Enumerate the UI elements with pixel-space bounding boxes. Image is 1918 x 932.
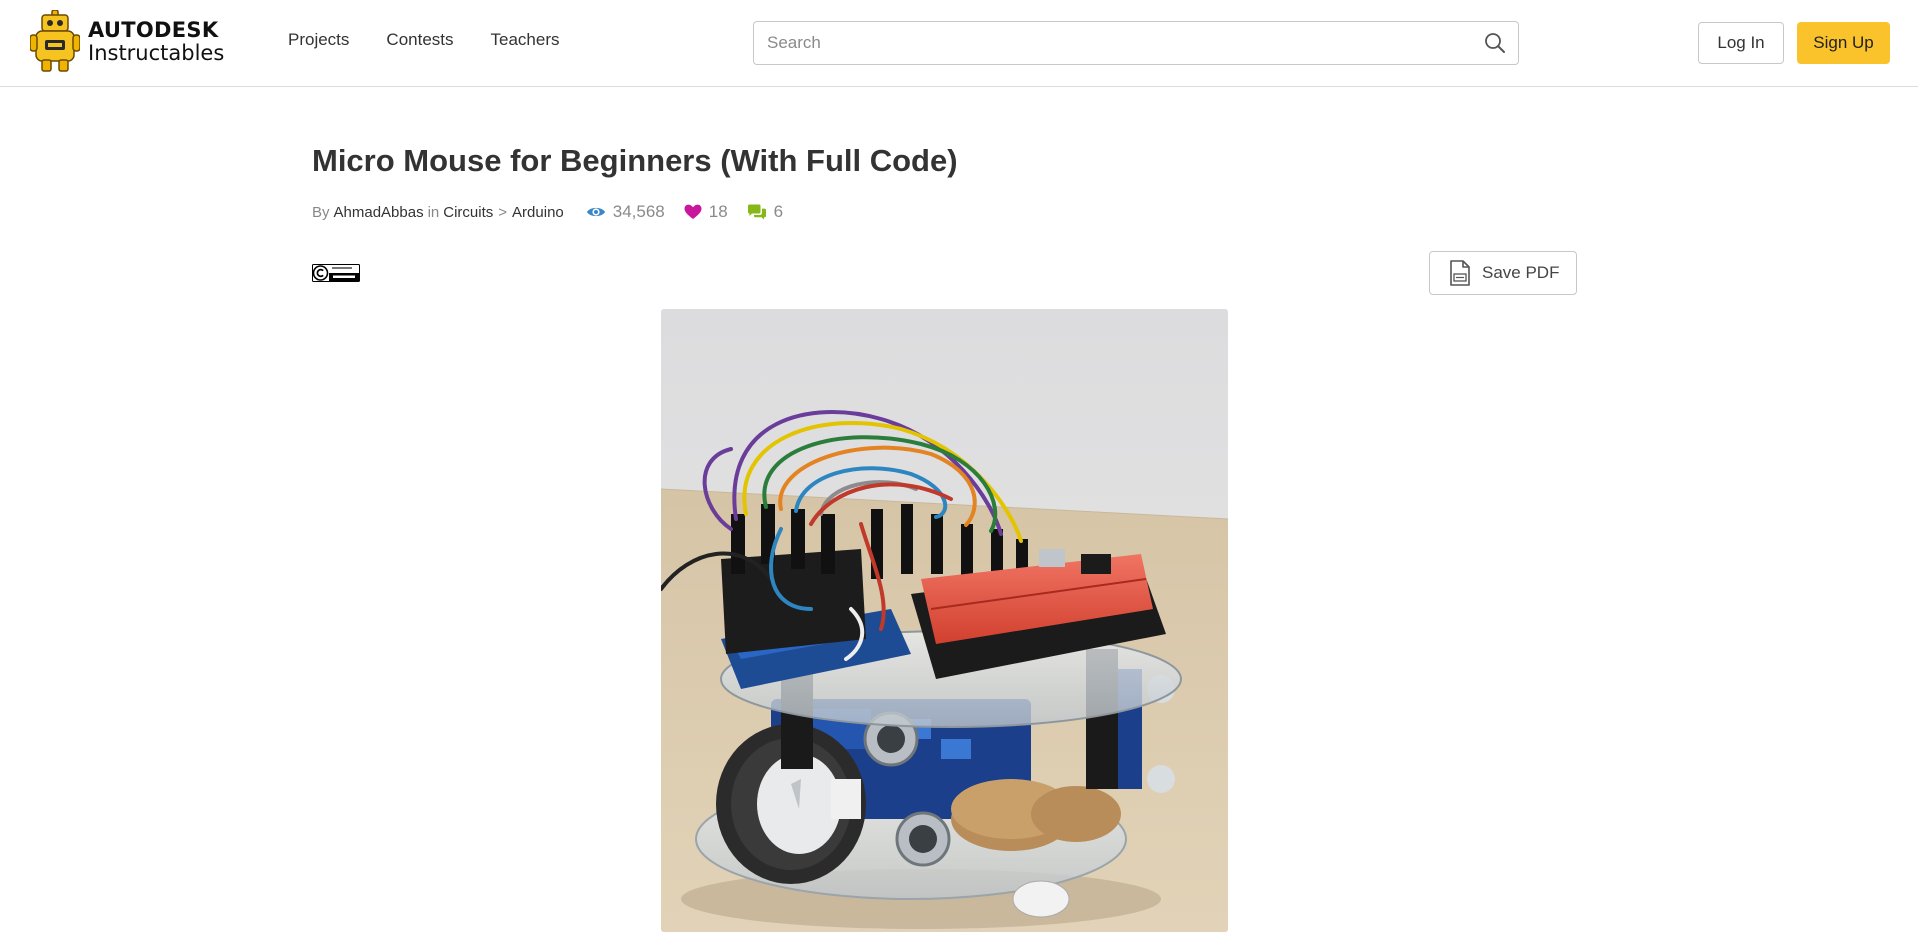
license-badge[interactable]: [312, 264, 360, 282]
category-link[interactable]: Circuits: [443, 204, 493, 221]
subcategory-link[interactable]: Arduino: [512, 204, 564, 221]
views-count: 34,568: [612, 202, 665, 221]
breadcrumb-separator: >: [498, 203, 508, 221]
views-stat: 34,568: [586, 202, 665, 222]
heart-icon: [684, 204, 702, 219]
logo-brand-line2: Instructables: [88, 41, 225, 65]
search-icon[interactable]: [1484, 32, 1506, 54]
article-meta: By AhmadAbbas in Circuits > Arduino 34,5…: [312, 202, 783, 222]
logo-brand-line1: AUTODESK: [88, 18, 219, 42]
site-header: AUTODESK Instructables Projects Contests…: [0, 0, 1918, 87]
favorites-count: 18: [708, 202, 728, 221]
in-label: in: [427, 203, 440, 221]
project-hero-image[interactable]: [661, 309, 1228, 932]
comments-icon: [747, 204, 766, 220]
save-pdf-label: Save PDF: [1482, 263, 1560, 282]
signup-button[interactable]: Sign Up: [1797, 22, 1890, 64]
comments-stat[interactable]: 6: [747, 202, 783, 222]
search-input[interactable]: [754, 22, 1474, 64]
page-title: Micro Mouse for Beginners (With Full Cod…: [312, 143, 958, 178]
author-link[interactable]: AhmadAbbas: [334, 204, 424, 221]
main-nav: Projects Contests Teachers: [288, 30, 597, 50]
nav-contests[interactable]: Contests: [386, 30, 453, 50]
robot-mascot-icon: [29, 9, 81, 74]
nav-teachers[interactable]: Teachers: [491, 30, 560, 50]
search-box: [753, 21, 1519, 65]
save-pdf-button[interactable]: Save PDF: [1429, 251, 1577, 295]
pdf-file-icon: [1450, 260, 1470, 286]
login-button[interactable]: Log In: [1698, 22, 1784, 64]
by-label: By: [312, 203, 330, 221]
favorites-stat[interactable]: 18: [684, 202, 728, 222]
comments-count: 6: [773, 202, 784, 221]
logo-wordmark: AUTODESK Instructables: [88, 20, 224, 64]
instructables-logo[interactable]: AUTODESK Instructables: [29, 9, 224, 74]
eye-icon: [586, 207, 605, 217]
nav-projects[interactable]: Projects: [288, 30, 349, 50]
